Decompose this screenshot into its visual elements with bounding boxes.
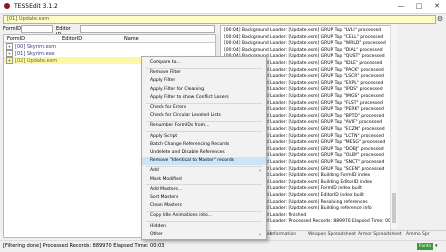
menu-item-label: Compare to... [150, 60, 181, 65]
menu-item-compare-to[interactable]: Compare to... [142, 59, 266, 67]
menu-item-clean-masters[interactable]: Clean Masters [142, 202, 266, 210]
menu-item-label: Add Masters... [150, 186, 183, 192]
tree-header: FormID EditorID Name [4, 35, 215, 43]
menu-item-check-for-circular-leveled-lists[interactable]: Check for Circular Leveled Lists [142, 112, 266, 120]
tree-row-label: [02] Update.esm [15, 58, 58, 64]
chevron-right-icon: › [259, 168, 261, 175]
menu-item-label: Undelete and Disable References [150, 150, 225, 155]
menu-item-hidden[interactable]: Hidden [142, 223, 266, 231]
messages-scrollbar[interactable] [390, 25, 397, 229]
file-path-bar[interactable]: [01] Update.esm [3, 15, 436, 24]
menu-item-remove-filter[interactable]: Remove Filter [142, 69, 266, 77]
menu-item-label: Apply Filter for Cleaning [150, 86, 205, 92]
column-formid[interactable]: FormID [7, 36, 25, 42]
message-line: [00:04] Background Loader: [Update.esm] … [224, 34, 384, 40]
scrollbar-thumb[interactable] [392, 193, 396, 223]
menu-item-check-for-errors[interactable]: Check for Errors [142, 104, 266, 112]
menu-item-label: Remove Filter [150, 70, 181, 76]
minimize-button[interactable]: — [392, 0, 410, 13]
tab-information[interactable]: Information [270, 232, 296, 237]
app-icon [4, 3, 10, 9]
status-bar: [Filtering done] Processed Records: 8899… [0, 240, 446, 252]
menu-item-label: Clean Masters [150, 203, 182, 209]
expand-icon[interactable]: + [6, 57, 13, 64]
menu-item-label: Mark Modified [150, 176, 182, 182]
message-line: [00:04] Background Loader: [Update.esm] … [224, 28, 382, 33]
menu-item-apply-filter-for-cleaning[interactable]: Apply Filter for Cleaning [142, 86, 266, 94]
status-badge[interactable]: Fonts [417, 243, 433, 250]
window-title: TES5Edit 3.1.2 [14, 3, 58, 10]
menu-item-label: Batch Change Referencing Records [150, 141, 230, 147]
expand-icon[interactable]: + [6, 50, 13, 57]
tree-row-skyrim[interactable]: + [00] Skyrim.esm [4, 43, 215, 50]
editorid-filter-input[interactable] [80, 25, 215, 33]
menu-item-batch-change-referencing-records[interactable]: Batch Change Referencing Records [142, 141, 266, 149]
menu-item-apply-script[interactable]: Apply Script [142, 133, 266, 141]
tab-ammo-spreadsheet[interactable]: Ammo Spr [406, 232, 430, 237]
column-editorid[interactable]: EditorID [62, 36, 82, 42]
menu-item-label: Apply Filter [150, 78, 176, 84]
menu-item-label: Remove "Identical to Master" records [150, 158, 235, 164]
status-text: [Filtering done] Processed Records: 8899… [3, 243, 165, 249]
menu-item-label: Apply Script [150, 133, 178, 139]
tab-weapon-spreadsheet[interactable]: Weapon Spreadsheet [308, 232, 356, 237]
menu-item-label: Copy Idle Animations into... [150, 213, 213, 219]
menu-item-label: Other [150, 231, 163, 237]
chevron-right-icon: › [259, 231, 261, 238]
menu-item-label: Renumber FormIDs from... [150, 123, 210, 129]
settings-icon[interactable]: ⚙ [436, 15, 444, 23]
menu-item-renumber-formids-from[interactable]: Renumber FormIDs from... [142, 122, 266, 130]
menu-item-label: Check for Circular Leveled Lists [150, 113, 221, 119]
menu-item-other[interactable]: Other › [142, 231, 266, 239]
close-button[interactable]: ✕ [428, 0, 446, 13]
menu-item-label: Add [150, 168, 159, 174]
menu-item-label: Hidden [150, 223, 166, 229]
menu-item-label: Apply Filter to show Conflict Losers [150, 94, 229, 100]
message-line: [00:04] Background Loader: [Update.esm] … [224, 47, 383, 53]
menu-item-apply-filter[interactable]: Apply Filter [142, 77, 266, 85]
menu-item-label: Check for Errors [150, 105, 187, 110]
message-line: [00:04] Background Loader: [Update.esm] … [224, 41, 386, 47]
menu-item-add-masters[interactable]: Add Masters... [142, 186, 266, 194]
context-menu: Compare to... Remove Filter Apply Filter Ap… [141, 56, 267, 240]
menu-item-sort-masters[interactable]: Sort Masters [142, 194, 266, 202]
formid-filter-input[interactable] [21, 25, 53, 33]
tab-armor-spreadsheet[interactable]: Armor Spreadsheet [358, 232, 402, 237]
title-bar: TES5Edit 3.1.2 — □ ✕ [0, 0, 446, 14]
menu-item-copy-idle-animations-into[interactable]: Copy Idle Animations into... [142, 212, 266, 220]
expand-icon[interactable]: + [6, 43, 13, 50]
menu-item-add[interactable]: Add › [142, 167, 266, 175]
menu-item-mark-modified[interactable]: Mark Modified [142, 176, 266, 184]
menu-item-remove-identical-to-master-records[interactable]: Remove "Identical to Master" records [142, 157, 266, 166]
column-name[interactable]: Name [124, 36, 139, 42]
maximize-button[interactable]: □ [410, 0, 428, 13]
menu-item-undelete-and-disable-references[interactable]: Undelete and Disable References [142, 149, 266, 157]
menu-item-label: Sort Masters [150, 195, 179, 200]
formid-filter-label: FormID [3, 26, 21, 32]
chevron-down-icon[interactable]: ▾ [435, 243, 438, 249]
menu-item-apply-filter-to-show-conflict-losers[interactable]: Apply Filter to show Conflict Losers [142, 94, 266, 102]
